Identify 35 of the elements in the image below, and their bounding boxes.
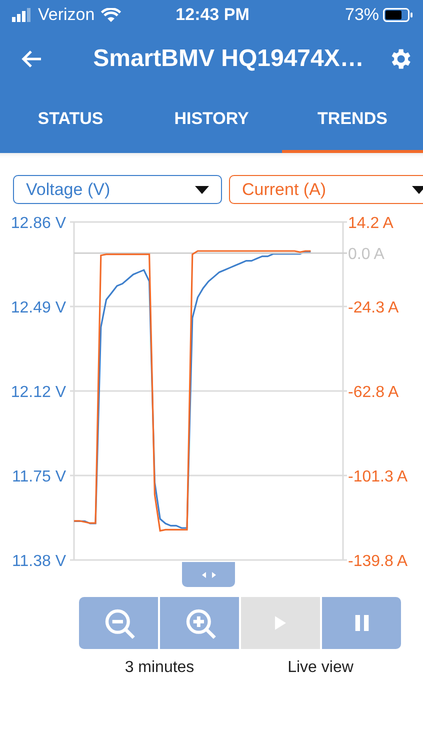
pause-button[interactable]	[322, 597, 401, 649]
caret-icon	[195, 186, 209, 194]
zoom-out-icon	[102, 607, 134, 639]
axis-label: -62.8 A	[348, 384, 399, 401]
axis-label: 0.0 A	[348, 246, 384, 264]
play-icon	[275, 616, 286, 630]
caret-icon	[412, 186, 423, 194]
axis-label: 14.2 A	[348, 215, 394, 232]
control-caption: 3 minutes	[124, 658, 196, 677]
axis-label: -101.3 A	[348, 468, 408, 486]
zoom-in-button[interactable]	[160, 597, 239, 649]
zoom-in-icon	[184, 607, 216, 639]
control-caption: Live view	[286, 658, 354, 677]
series-dropdown[interactable]: Voltage (V)	[13, 175, 222, 204]
series-dropdown[interactable]: Current (A)	[229, 175, 423, 204]
wifi-icon	[100, 8, 121, 22]
axis-label: 12.86 V	[10, 215, 66, 232]
arrows-icon	[202, 572, 216, 578]
device-title: SmartBMV HQ19474X…	[92, 45, 365, 73]
axis-label: 11.75 V	[12, 468, 66, 486]
zoom-out-button[interactable]	[79, 597, 158, 649]
scroll-handle[interactable]	[182, 562, 235, 587]
clock-time: 12:43 PM	[174, 5, 250, 25]
axis-label: 11.38 V	[12, 553, 66, 568]
tab[interactable]: HISTORY	[141, 88, 282, 153]
signal-icon	[12, 8, 32, 22]
tab[interactable]: TRENDS	[282, 88, 423, 153]
axis-label: -24.3 A	[348, 300, 399, 316]
axis-label: 12.49 V	[10, 300, 66, 316]
carrier-name: Verizon	[38, 5, 95, 25]
battery-icon	[383, 8, 414, 22]
tab[interactable]: STATUS	[0, 88, 141, 153]
axis-label: 12.12 V	[10, 384, 66, 401]
battery-percentage: 73%	[344, 5, 380, 25]
axis-label: -139.8 A	[348, 553, 408, 568]
